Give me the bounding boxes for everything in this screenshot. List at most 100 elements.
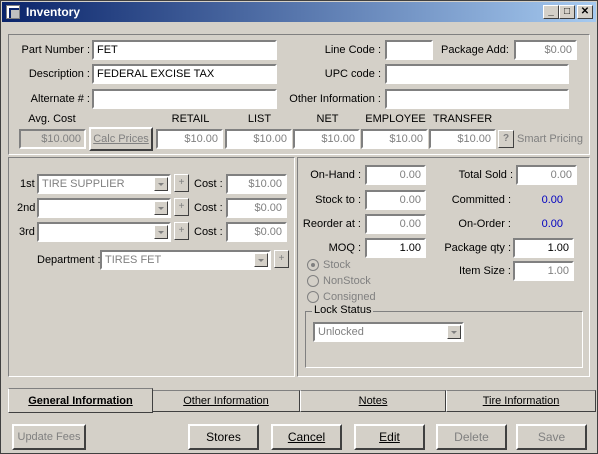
chevron-down-icon[interactable] [154,201,168,215]
close-button[interactable]: ✕ [577,5,593,19]
moq-label: MOQ : [328,242,361,254]
supplier-1-add-button[interactable]: + [174,174,189,192]
description-input[interactable]: FEDERAL EXCISE TAX [92,64,277,84]
edit-button[interactable]: Edit [354,424,425,450]
lock-status-select[interactable]: Unlocked [313,322,464,342]
supplier-3-select[interactable] [37,222,171,242]
transfer-label: TRANSFER [432,113,493,125]
tab-other-information-label: Other Information [183,395,269,407]
department-label: Department : [37,254,101,266]
upc-input[interactable] [385,64,569,84]
on-hand-input[interactable]: 0.00 [365,165,426,185]
total-sold-label: Total Sold : [458,169,513,181]
chevron-down-icon[interactable] [154,177,168,191]
upc-label: UPC code : [324,68,381,80]
calc-prices-label: Calc Prices [93,133,149,145]
supplier-2-add-button[interactable]: + [174,198,189,216]
committed-value: 0.00 [541,194,563,206]
retail-input[interactable]: $10.00 [156,129,223,149]
moq-input[interactable]: 1.00 [365,238,426,258]
supplier-3-cost-input[interactable]: $0.00 [226,222,287,242]
avg-cost-label: Avg. Cost [28,113,76,125]
part-number-label: Part Number : [21,44,90,56]
reorder-label: Reorder at : [302,218,361,230]
update-fees-button[interactable]: Update Fees [12,424,86,450]
supplier-1-select[interactable]: TIRE SUPPLIER [37,174,171,194]
package-qty-input[interactable]: 1.00 [513,238,574,258]
alternate-input[interactable] [92,89,277,109]
save-button[interactable]: Save [516,424,587,450]
supplier-2-cost-input[interactable]: $0.00 [226,198,287,218]
net-input[interactable]: $10.00 [293,129,360,149]
on-hand-label: On-Hand : [310,169,361,181]
consigned-radio[interactable] [307,291,319,303]
description-label: Description : [28,68,90,80]
package-add-label: Package Add: [441,44,509,56]
list-label: LIST [247,113,272,125]
tab-notes[interactable]: Notes [300,390,446,412]
supplier-3-add-button[interactable]: + [174,222,189,240]
line-code-label: Line Code : [324,44,381,56]
chevron-down-icon[interactable] [447,325,461,339]
nonstock-radio-label[interactable]: NonStock [323,275,371,287]
nonstock-radio[interactable] [307,275,319,287]
title-bar[interactable]: Inventory _ □ ✕ [2,2,596,22]
reorder-input[interactable]: 0.00 [365,214,426,234]
lock-status-label: Lock Status [312,304,374,316]
employee-input[interactable]: $10.00 [361,129,428,149]
supplier-1-label: 1st [20,178,35,190]
inventory-window: Inventory _ □ ✕ Part Number : FET Descri… [0,0,598,454]
supplier-1-cost-input[interactable]: $10.00 [226,174,287,194]
cancel-label: Cancel [287,430,326,444]
part-number-input[interactable]: FET [92,40,277,60]
stock-radio[interactable] [307,259,319,271]
chevron-down-icon[interactable] [254,253,268,267]
employee-label: EMPLOYEE [365,113,426,125]
lock-status-value: Unlocked [318,326,364,338]
list-input[interactable]: $10.00 [225,129,292,149]
item-size-label: Item Size : [459,265,511,277]
supplier-2-cost-label: Cost : [194,202,223,214]
smart-pricing-label[interactable]: Smart Pricing [517,133,583,145]
maximize-button[interactable]: □ [559,5,575,19]
department-value: TIRES FET [105,254,162,266]
help-button[interactable]: ? [498,130,514,148]
supplier-2-label: 2nd [17,202,36,214]
minimize-button[interactable]: _ [543,5,559,19]
window-title: Inventory [26,5,81,19]
retail-label: RETAIL [171,113,210,125]
supplier-3-cost-label: Cost : [194,226,223,238]
tab-tire-information-label: Tire Information [482,395,560,407]
transfer-input[interactable]: $10.00 [429,129,496,149]
supplier-3-label: 3rd [19,226,35,238]
item-size-input[interactable]: 1.00 [513,261,574,281]
stock-radio-label[interactable]: Stock [323,259,351,271]
total-sold-input: 0.00 [516,165,577,185]
on-order-value: 0.00 [541,218,563,230]
app-icon [6,5,20,19]
consigned-radio-label[interactable]: Consigned [323,291,376,303]
other-info-input[interactable] [385,89,569,109]
tab-general-information[interactable]: General Information [8,388,153,413]
delete-button[interactable]: Delete [436,424,507,450]
department-add-button[interactable]: + [274,250,289,268]
package-add-input[interactable]: $0.00 [514,40,577,60]
other-info-label: Other Information : [289,93,381,105]
calc-prices-button[interactable]: Calc Prices [89,127,153,151]
line-code-input[interactable] [385,40,433,60]
stock-to-label: Stock to : [315,194,361,206]
cancel-button[interactable]: Cancel [271,424,342,450]
on-order-label: On-Order : [458,218,511,230]
alternate-label: Alternate # : [30,93,90,105]
stock-to-input[interactable]: 0.00 [365,190,426,210]
committed-label: Committed : [451,194,511,206]
tab-notes-label: Notes [358,395,388,407]
department-select[interactable]: TIRES FET [100,250,271,270]
supplier-2-select[interactable] [37,198,171,218]
stores-button[interactable]: Stores [188,424,259,450]
tab-general-information-label: General Information [28,395,133,407]
chevron-down-icon[interactable] [154,225,168,239]
tab-other-information[interactable]: Other Information [152,390,300,412]
supplier-1-cost-label: Cost : [194,178,223,190]
tab-tire-information[interactable]: Tire Information [446,390,596,412]
